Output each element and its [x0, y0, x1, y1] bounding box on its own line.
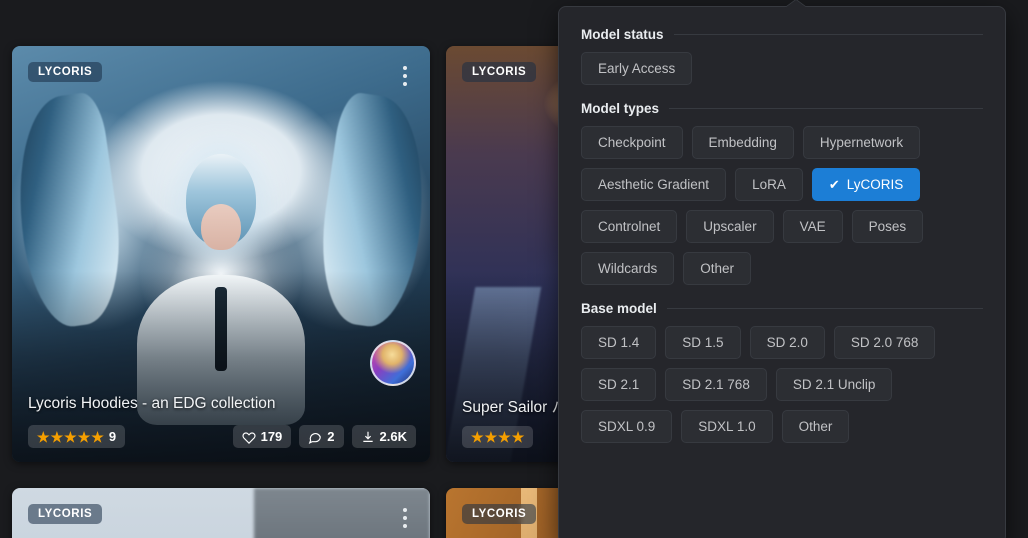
creator-avatar[interactable] — [370, 340, 416, 386]
section-divider — [666, 308, 983, 309]
star-rating: ★ ★ ★ ★ ★ — [37, 430, 104, 444]
card-stats: ★ ★ ★ ★ ★ 9 179 2 2.6K — [28, 425, 416, 448]
filter-chip-embedding[interactable]: Embedding — [691, 126, 794, 159]
model-card-grid: LYCORIS Lycoris Hoodies - an EDG collect… — [0, 0, 864, 538]
filter-chip-sd-2-0[interactable]: SD 2.0 — [749, 326, 825, 359]
filter-chip-sd-2-1-unclip[interactable]: SD 2.1 Unclip — [775, 368, 893, 401]
rating-pill[interactable]: ★ ★ ★ ★ ★ 9 — [28, 425, 126, 448]
filter-chip-vae[interactable]: VAE — [782, 210, 843, 243]
section-label: Base model — [581, 301, 657, 316]
three-dots-vertical-icon — [403, 508, 407, 512]
filter-chip-aesthetic-gradient[interactable]: Aesthetic Gradient — [581, 168, 727, 201]
star-icon: ★ — [50, 428, 64, 445]
filter-chip-sd-2-0-768[interactable]: SD 2.0 768 — [833, 326, 936, 359]
three-dots-vertical-icon — [403, 66, 407, 70]
section-divider — [669, 108, 983, 109]
filter-chip-sd-2-1[interactable]: SD 2.1 — [581, 368, 657, 401]
filter-chip-label: LyCORIS — [846, 177, 904, 192]
star-icon: ★ — [484, 429, 498, 445]
star-icon: ★ — [91, 428, 104, 445]
filter-chip-poses[interactable]: Poses — [851, 210, 924, 243]
filter-chip-checkpoint[interactable]: Checkpoint — [581, 126, 683, 159]
section-header-model-types: Model types — [581, 101, 983, 116]
card-title: Lycoris Hoodies - an EDG collection — [28, 395, 276, 413]
filter-chip-sd-1-5[interactable]: SD 1.5 — [665, 326, 741, 359]
three-dots-vertical-icon — [403, 74, 407, 78]
filter-chip-controlnet[interactable]: Controlnet — [581, 210, 678, 243]
model-type-badge: LYCORIS — [28, 62, 103, 82]
downloads-pill[interactable]: 2.6K — [351, 425, 416, 448]
section-header-base-model: Base model — [581, 301, 983, 316]
model-card[interactable]: LYCORIS — [12, 488, 430, 538]
card-menu-button[interactable] — [394, 62, 416, 90]
filter-chip-wildcards[interactable]: Wildcards — [581, 252, 675, 285]
model-type-badge: LYCORIS — [28, 504, 103, 524]
star-icon: ★ — [64, 428, 77, 445]
three-dots-vertical-icon — [403, 82, 407, 86]
filter-chip-upscaler[interactable]: Upscaler — [686, 210, 774, 243]
comments-pill[interactable]: 2 — [299, 425, 344, 448]
model-type-chips: Checkpoint Embedding Hypernetwork Aesthe… — [581, 126, 983, 285]
star-icon: ★ — [498, 429, 511, 445]
filter-chip-sdxl-0-9[interactable]: SDXL 0.9 — [581, 410, 673, 443]
model-type-badge: LYCORIS — [462, 62, 537, 82]
three-dots-vertical-icon — [403, 524, 407, 528]
filter-chip-sdxl-1-0[interactable]: SDXL 1.0 — [681, 410, 773, 443]
model-type-badge: LYCORIS — [462, 504, 537, 524]
section-label: Model types — [581, 101, 660, 116]
likes-pill[interactable]: 179 — [232, 425, 292, 448]
rating-count: 9 — [108, 429, 117, 444]
filter-chip-sd-2-1-768[interactable]: SD 2.1 768 — [665, 368, 767, 401]
rating-pill[interactable]: ★ ★ ★ ★ — [462, 426, 534, 448]
star-icon: ★ — [471, 429, 484, 445]
model-card[interactable]: LYCORIS Lycoris Hoodies - an EDG collect… — [12, 46, 430, 462]
check-icon: ✔ — [828, 177, 840, 192]
model-status-chips: Early Access — [581, 52, 983, 85]
filter-chip-lora[interactable]: LoRA — [735, 168, 803, 201]
likes-count: 179 — [260, 429, 283, 444]
filter-chip-other-base[interactable]: Other — [781, 410, 850, 443]
filter-chip-sd-1-4[interactable]: SD 1.4 — [581, 326, 657, 359]
base-model-chips: SD 1.4 SD 1.5 SD 2.0 SD 2.0 768 SD 2.1 S… — [581, 326, 983, 443]
dropdown-arrow — [785, 0, 807, 8]
star-icon: ★ — [77, 428, 91, 445]
filter-chip-other-type[interactable]: Other — [683, 252, 752, 285]
download-icon — [362, 431, 373, 442]
section-divider — [673, 34, 983, 35]
filter-chip-lycoris[interactable]: ✔ LyCORIS — [811, 168, 921, 201]
comments-count: 2 — [327, 429, 335, 444]
downloads-count: 2.6K — [379, 429, 407, 444]
filter-dropdown-panel: Model status Early Access Model types Ch… — [558, 6, 1006, 538]
star-rating: ★ ★ ★ ★ — [471, 430, 524, 444]
star-icon: ★ — [511, 429, 525, 445]
section-label: Model status — [581, 27, 664, 42]
star-icon: ★ — [37, 428, 50, 445]
heart-icon — [242, 431, 256, 444]
card-menu-button[interactable] — [394, 504, 416, 532]
comment-icon — [309, 432, 322, 444]
filter-chip-hypernetwork[interactable]: Hypernetwork — [802, 126, 921, 159]
section-header-model-status: Model status — [581, 27, 983, 42]
filter-chip-early-access[interactable]: Early Access — [581, 52, 693, 85]
page-root: LYCORIS Lycoris Hoodies - an EDG collect… — [0, 0, 1028, 538]
three-dots-vertical-icon — [403, 516, 407, 520]
